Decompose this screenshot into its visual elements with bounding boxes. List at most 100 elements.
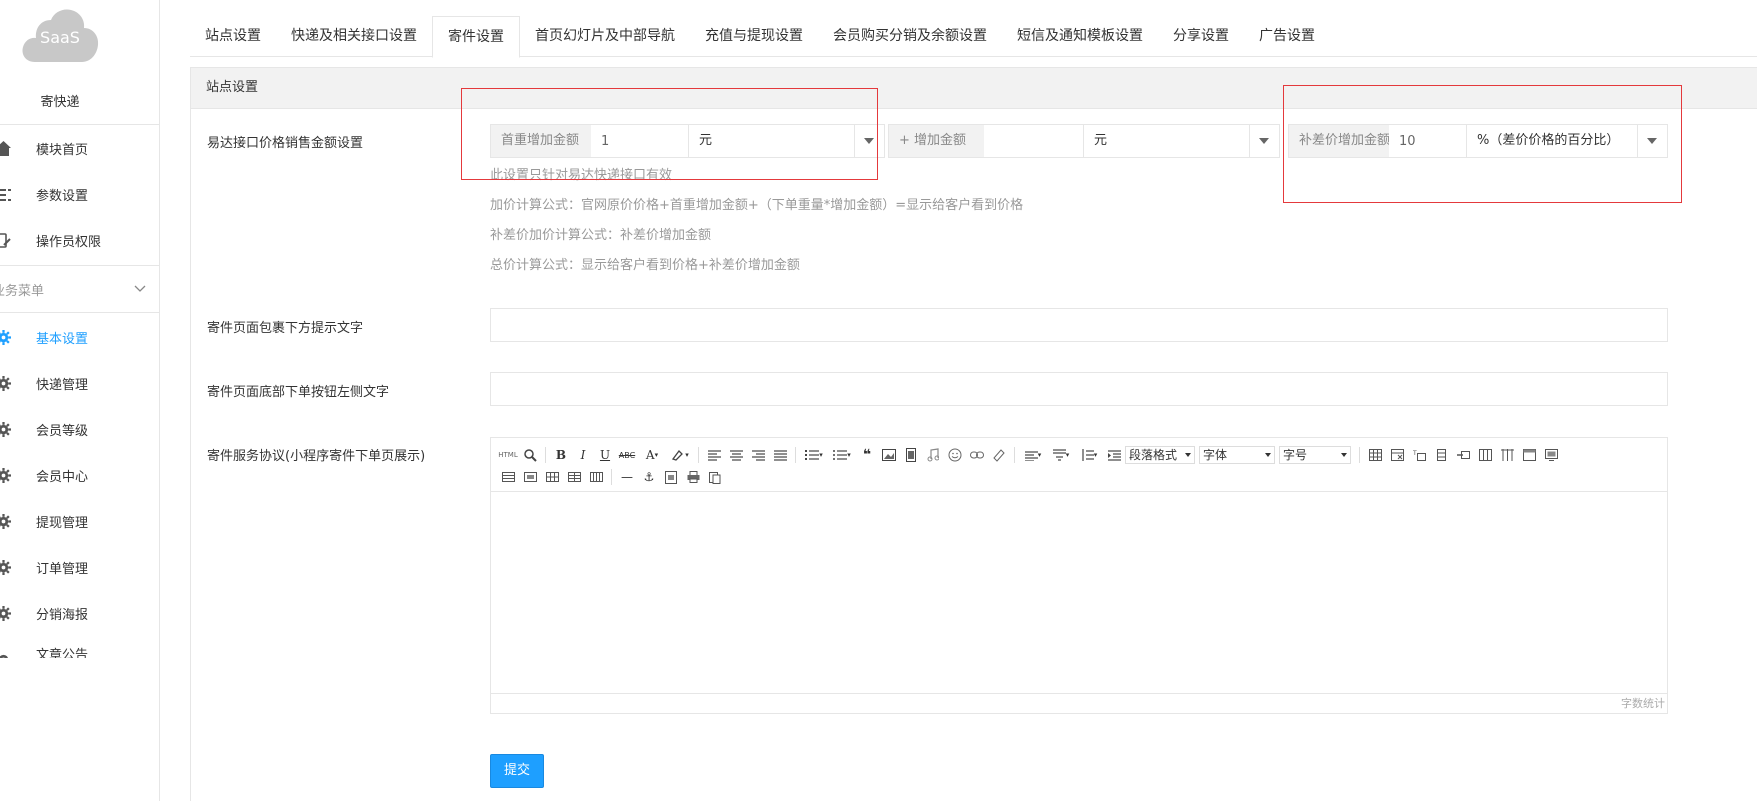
table-grid-icon[interactable] xyxy=(541,467,563,487)
font-size-select[interactable]: 字号 xyxy=(1279,446,1351,464)
ordered-list-icon[interactable]: ▾ xyxy=(800,445,828,465)
print-icon[interactable] xyxy=(682,467,704,487)
business-nav: 基本设置 快递管理 会员等级 会员中心 提现管理 订单管理 分销海报 文章公告 xyxy=(0,314,159,658)
line-height-icon[interactable]: ▾ xyxy=(1019,445,1047,465)
extra-weight-addon: + 增加金额 xyxy=(889,125,984,157)
insert-column-icon[interactable] xyxy=(1474,445,1496,465)
gear-icon xyxy=(0,422,11,437)
gear-icon xyxy=(0,330,11,345)
button-left-text-input[interactable] xyxy=(490,372,1668,406)
nav-item-withdraw-management[interactable]: 提现管理 xyxy=(0,498,159,544)
font-color-glyph: A xyxy=(645,448,655,462)
price-setting-label: 易达接口价格销售金额设置 xyxy=(207,136,364,151)
nav-item-label: 快递管理 xyxy=(36,377,89,393)
toolbar-separator xyxy=(611,469,612,485)
gear-icon xyxy=(0,606,11,621)
merge-cells-icon[interactable] xyxy=(1518,445,1540,465)
font-color-button[interactable]: A ▾ xyxy=(638,445,666,465)
font-family-select[interactable]: 字体 xyxy=(1199,446,1275,464)
tab-site-settings[interactable]: 站点设置 xyxy=(190,16,276,57)
insert-row-icon[interactable] xyxy=(1430,445,1452,465)
home-icon xyxy=(0,141,11,156)
strikethrough-button[interactable]: ABC xyxy=(616,445,638,465)
nav-item-label: 会员中心 xyxy=(36,469,89,485)
anchor-button[interactable]: ⚓ xyxy=(638,467,660,487)
nav-item-order-management[interactable]: 订单管理 xyxy=(0,544,159,590)
tab-member-distribution[interactable]: 会员购买分销及余额设置 xyxy=(818,16,1002,57)
nav-item-member-center[interactable]: 会员中心 xyxy=(0,452,159,498)
tab-share-settings[interactable]: 分享设置 xyxy=(1158,16,1244,57)
table-cols-icon[interactable] xyxy=(585,467,607,487)
nav-item-label: 参数设置 xyxy=(36,188,89,204)
nav-item-distribution-poster[interactable]: 分销海报 xyxy=(0,590,159,636)
paste-icon[interactable] xyxy=(704,467,726,487)
html-source-button[interactable]: HTML xyxy=(497,445,519,465)
preview-icon[interactable] xyxy=(519,445,541,465)
paragraph-format-select[interactable]: 段落格式 xyxy=(1125,446,1195,464)
package-tip-input[interactable] xyxy=(490,308,1668,342)
nav-item-article-notice[interactable]: 文章公告 xyxy=(0,636,159,658)
underline-button[interactable]: U xyxy=(594,445,616,465)
tab-slides-nav[interactable]: 首页幻灯片及中部导航 xyxy=(520,16,690,57)
table-rows-icon[interactable] xyxy=(563,467,585,487)
paragraph-spacing-icon[interactable]: ▾ xyxy=(1047,445,1075,465)
emoji-icon[interactable] xyxy=(944,445,966,465)
tab-express-api-settings[interactable]: 快递及相关接口设置 xyxy=(276,16,432,57)
svg-text:T: T xyxy=(1413,450,1417,457)
highlight-box xyxy=(1283,85,1682,203)
logo-text: SaaS xyxy=(40,28,80,47)
delete-column-icon[interactable] xyxy=(1496,445,1518,465)
nav-item-basic-settings[interactable]: 基本设置 xyxy=(0,314,159,360)
extra-weight-unit-select[interactable]: 元 xyxy=(1084,125,1279,157)
delete-row-icon[interactable] xyxy=(1452,445,1474,465)
align-justify-icon[interactable] xyxy=(769,445,791,465)
submit-button[interactable]: 提交 xyxy=(490,754,544,788)
align-center-icon[interactable] xyxy=(725,445,747,465)
cell-prop-icon[interactable] xyxy=(519,467,541,487)
nav-item-label: 文章公告 xyxy=(36,648,89,658)
template-icon[interactable] xyxy=(660,467,682,487)
link-icon[interactable] xyxy=(966,445,988,465)
tab-ad-settings[interactable]: 广告设置 xyxy=(1244,16,1330,57)
nav-item-label: 分销海报 xyxy=(36,607,89,623)
eraser-icon[interactable] xyxy=(988,445,1010,465)
toolbar-row: — ⚓ xyxy=(497,466,1663,488)
highlight-color-icon[interactable]: ▾ xyxy=(666,445,694,465)
editor-content-area[interactable] xyxy=(491,492,1667,692)
horizontal-rule-button[interactable]: — xyxy=(616,467,638,487)
app-name: 寄快递 xyxy=(40,95,80,110)
insert-para-before-table-icon[interactable]: T xyxy=(1408,445,1430,465)
split-cells-icon[interactable] xyxy=(1540,445,1562,465)
music-icon[interactable] xyxy=(922,445,944,465)
nav-item-label: 会员等级 xyxy=(36,423,89,439)
tab-shipping-settings[interactable]: 寄件设置 xyxy=(432,16,520,58)
package-tip-label: 寄件页面包裹下方提示文字 xyxy=(207,321,364,336)
indent-icon[interactable] xyxy=(1103,445,1125,465)
blockquote-button[interactable]: ❝ xyxy=(856,445,878,465)
align-left-icon[interactable] xyxy=(703,445,725,465)
insert-table-icon[interactable] xyxy=(1364,445,1386,465)
video-icon[interactable] xyxy=(900,445,922,465)
nav-item-label: 订单管理 xyxy=(36,561,89,577)
help-text: 加价计算公式：官网原价价格+首重增加金额+（下单重量*增加金额）=显示给客户看到… xyxy=(490,198,1024,213)
bold-button[interactable]: B xyxy=(550,445,572,465)
image-icon[interactable] xyxy=(878,445,900,465)
nav-item-operator-permission[interactable]: 操作员权限 xyxy=(0,217,159,263)
logo-area: SaaS 寄快递 xyxy=(0,0,159,125)
tab-recharge-withdraw[interactable]: 充值与提现设置 xyxy=(690,16,818,57)
tab-sms-templates[interactable]: 短信及通知模板设置 xyxy=(1002,16,1158,57)
nav-item-member-level[interactable]: 会员等级 xyxy=(0,406,159,452)
nav-item-module-home[interactable]: 模块首页 xyxy=(0,125,159,171)
nav-item-express-management[interactable]: 快递管理 xyxy=(0,360,159,406)
unordered-list-icon[interactable]: ▾ xyxy=(828,445,856,465)
table-prop-icon[interactable] xyxy=(497,467,519,487)
nav-item-param-settings[interactable]: 参数设置 xyxy=(0,171,159,217)
italic-button[interactable]: I xyxy=(572,445,594,465)
caret-down-icon xyxy=(1249,125,1279,157)
extra-weight-input[interactable] xyxy=(984,125,1084,157)
business-menu-group[interactable]: 业务菜单 xyxy=(0,265,159,313)
delete-table-icon[interactable] xyxy=(1386,445,1408,465)
align-right-icon[interactable] xyxy=(747,445,769,465)
row-spacing-icon[interactable]: ▾ xyxy=(1075,445,1103,465)
select-value: 元 xyxy=(1094,133,1108,148)
